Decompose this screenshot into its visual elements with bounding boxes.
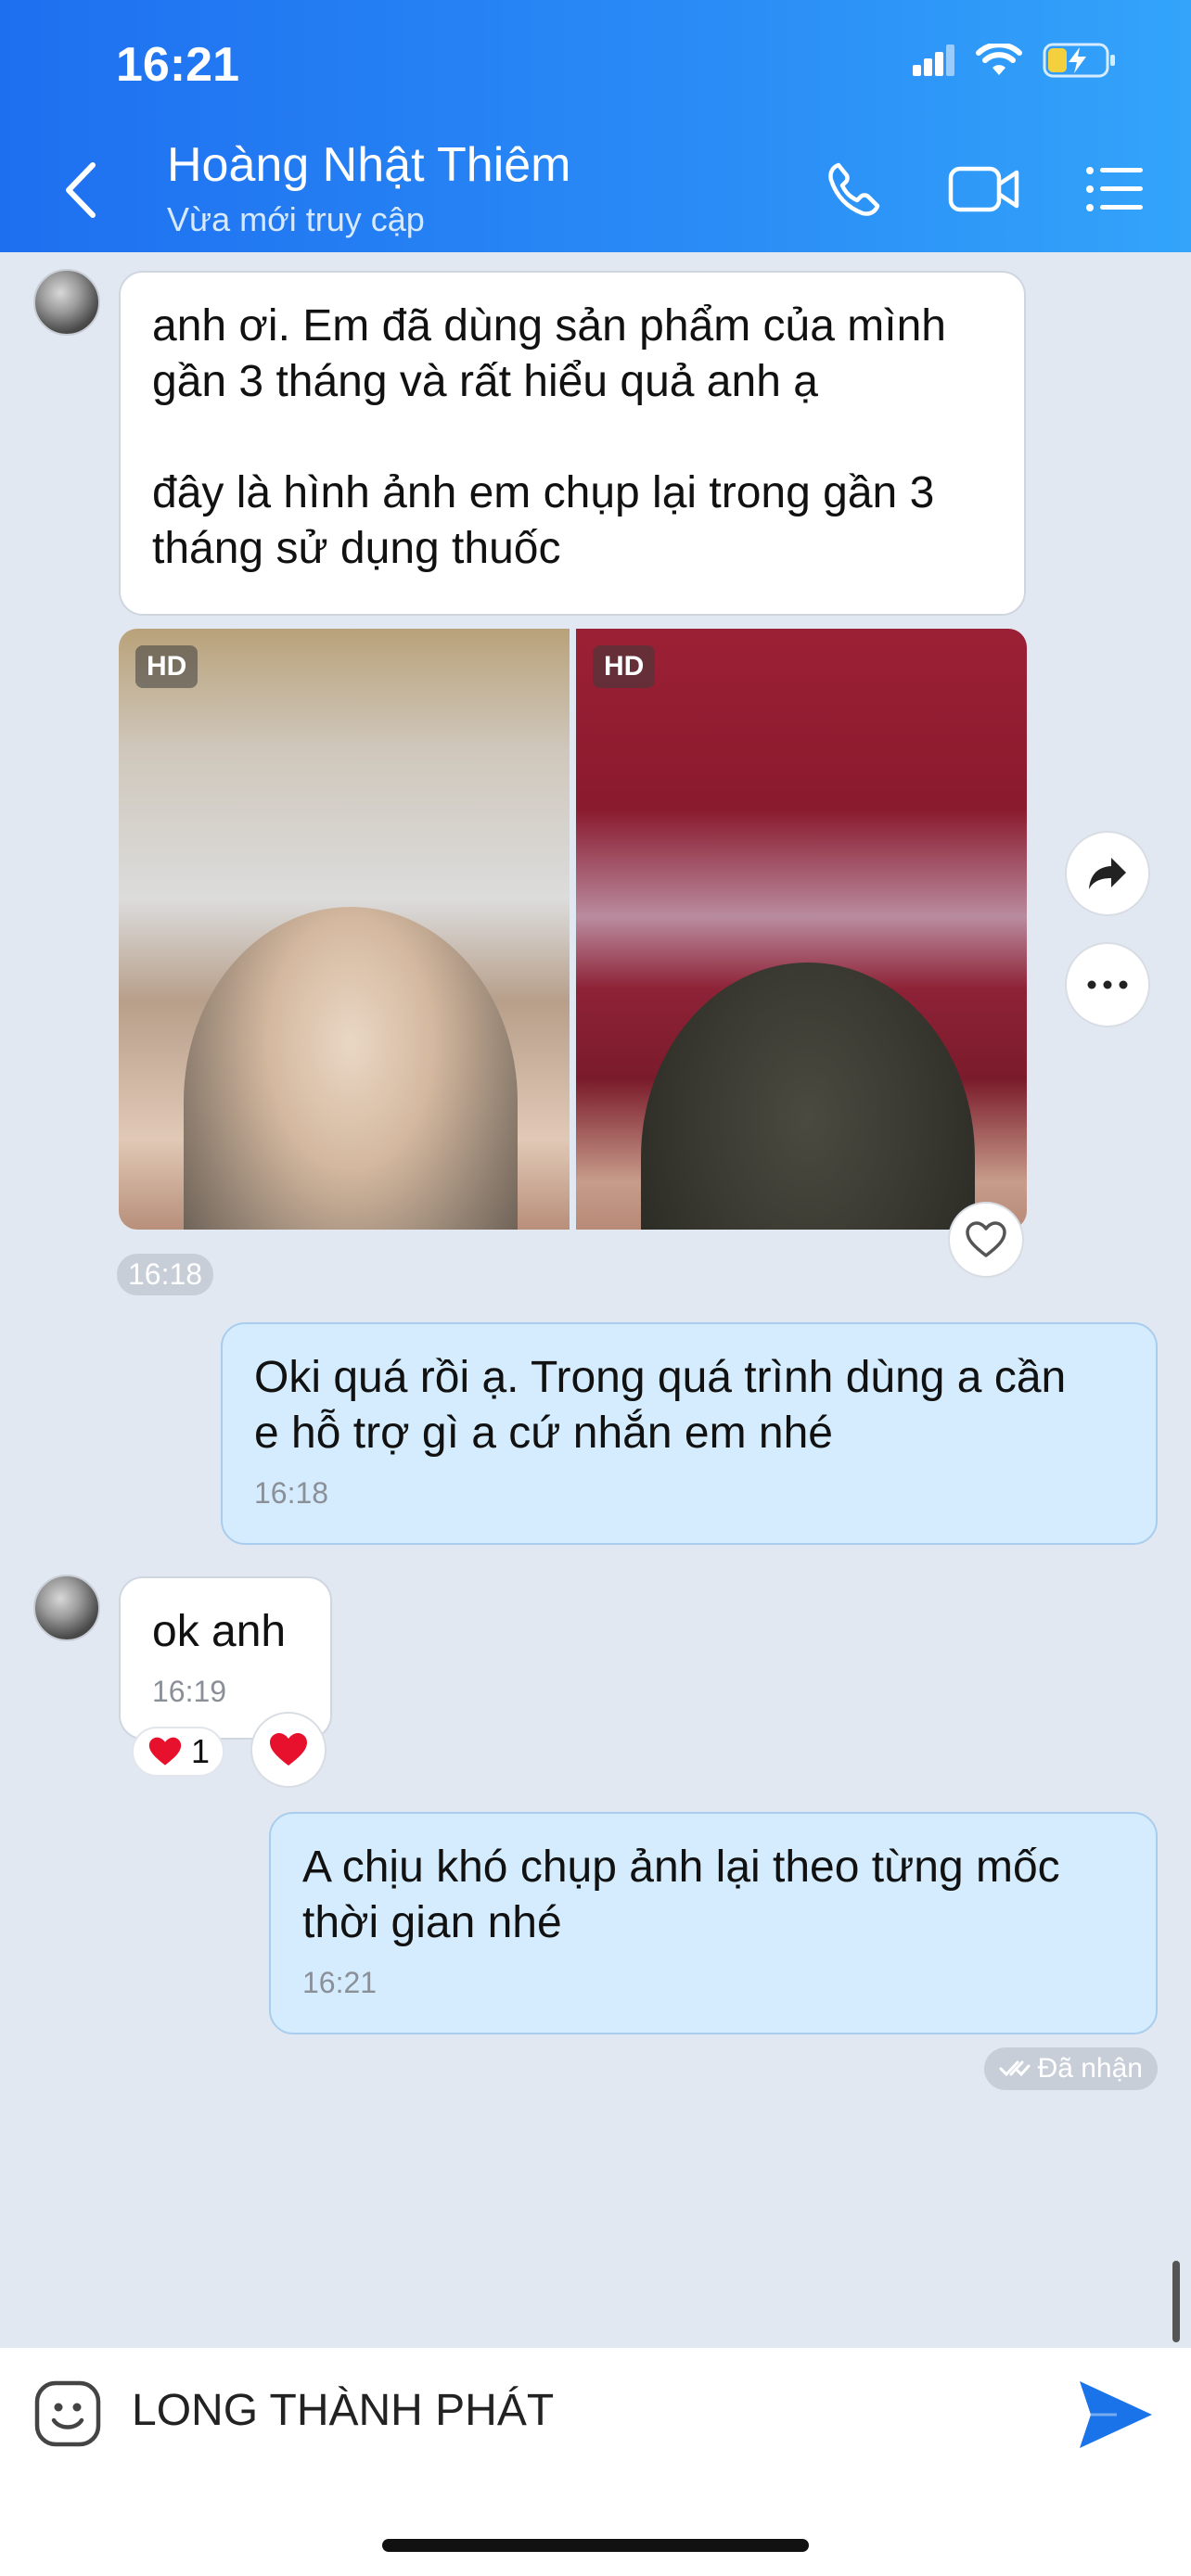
message-text: A chịu khó chụp ảnh lại theo từng mốc th… <box>302 1843 1060 1947</box>
contact-avatar[interactable] <box>33 269 100 336</box>
react-heart-button[interactable] <box>250 1712 327 1788</box>
battery-charging-icon <box>1043 43 1115 78</box>
contact-avatar[interactable] <box>33 1575 100 1641</box>
reaction-summary[interactable]: 1 <box>132 1727 225 1777</box>
scrollbar[interactable] <box>1172 2261 1180 2342</box>
sticker-emoji-icon[interactable] <box>33 2379 102 2448</box>
delivery-status: Đã nhận <box>983 2047 1158 2090</box>
more-options-button[interactable] <box>1065 942 1150 1027</box>
header-actions <box>824 159 1145 219</box>
hd-badge: HD <box>593 645 656 688</box>
message-time: 16:21 <box>302 1966 378 1999</box>
photo-before[interactable]: HD <box>119 629 570 1230</box>
hd-badge: HD <box>135 645 198 688</box>
forward-arrow-icon <box>1089 858 1126 889</box>
contact-status: Vừa mới truy cập <box>167 200 425 238</box>
photo-head-shape <box>641 963 975 1230</box>
outgoing-message[interactable]: Oki quá rồi ạ. Trong quá trình dùng a cầ… <box>221 1322 1158 1545</box>
message-time: 16:18 <box>254 1476 329 1510</box>
photo-time: 16:18 <box>117 1254 214 1295</box>
status-icons <box>913 43 1117 78</box>
send-icon[interactable] <box>1076 2378 1154 2452</box>
photo-head-shape <box>184 907 518 1230</box>
message-input-bar: LONG THÀNH PHÁT <box>0 2348 1191 2576</box>
heart-icon <box>270 1733 307 1766</box>
status-time: 16:21 <box>116 38 239 92</box>
outgoing-message[interactable]: A chịu khó chụp ảnh lại theo từng mốc th… <box>269 1812 1158 2034</box>
home-indicator <box>382 2539 809 2552</box>
heart-outline-icon <box>966 1221 1006 1257</box>
heart-icon <box>148 1737 182 1766</box>
reaction-count: 1 <box>191 1732 211 1770</box>
forward-button[interactable] <box>1065 831 1150 916</box>
delivery-status-text: Đã nhận <box>1037 2053 1143 2084</box>
incoming-message[interactable]: anh ơi. Em đã dùng sản phẩm của mình gần… <box>119 271 1026 616</box>
react-heart-button[interactable] <box>948 1202 1024 1278</box>
phone-icon[interactable] <box>824 159 883 219</box>
message-text: ok anh <box>152 1607 287 1656</box>
photo-after[interactable]: HD <box>576 629 1027 1230</box>
wifi-icon <box>976 44 1022 75</box>
message-text: anh ơi. Em đã dùng sản phẩm của mình gần… <box>152 301 946 573</box>
signal-icon <box>913 45 954 76</box>
message-time: 16:19 <box>152 1675 227 1708</box>
chat-header: 16:21 Hoàng Nhật Thiêm Vừa mới truy cập <box>0 0 1191 252</box>
menu-list-icon[interactable] <box>1085 166 1145 212</box>
contact-name[interactable]: Hoàng Nhật Thiêm <box>167 137 571 193</box>
video-call-icon[interactable] <box>948 163 1020 215</box>
double-check-icon <box>999 2060 1031 2077</box>
back-arrow-icon[interactable] <box>56 158 111 223</box>
message-text: Oki quá rồi ạ. Trong quá trình dùng a cầ… <box>254 1353 1067 1458</box>
more-dots-icon <box>1087 980 1128 989</box>
message-input[interactable]: LONG THÀNH PHÁT <box>132 2385 554 2436</box>
